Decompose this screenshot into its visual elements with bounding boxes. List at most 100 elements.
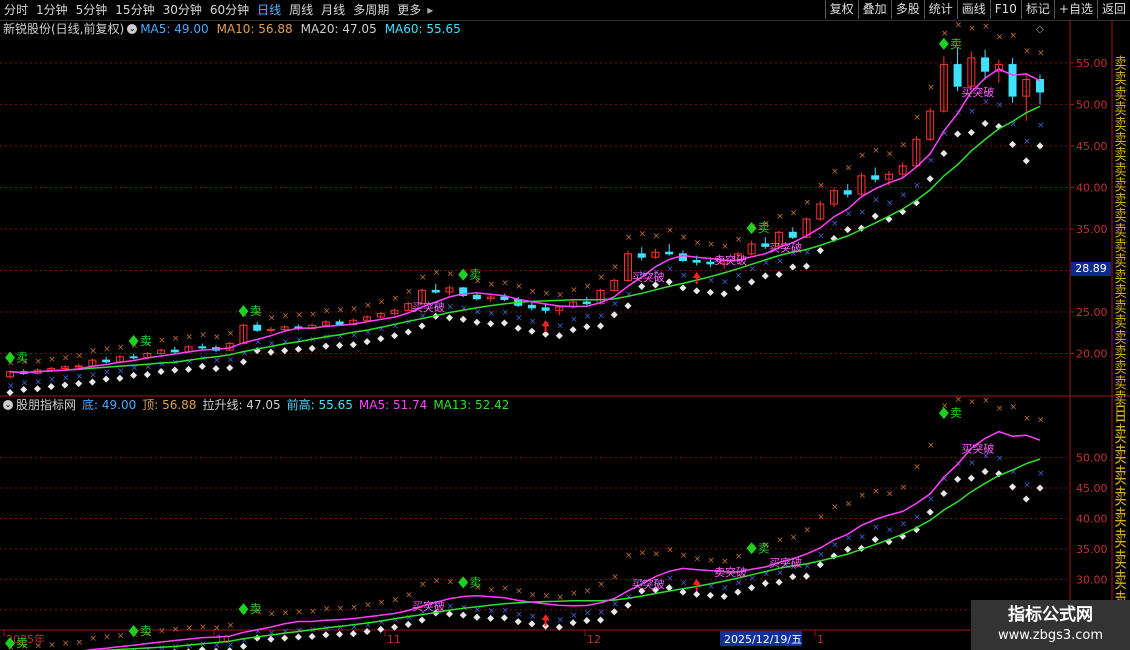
support-dot	[487, 320, 495, 328]
orange-x-marker: ×	[858, 151, 866, 161]
orange-x-marker: ×	[913, 463, 921, 473]
blue-x-marker: ×	[337, 623, 345, 633]
orange-x-marker: ×	[309, 310, 317, 320]
toolbar-button-7[interactable]: +自选	[1053, 0, 1097, 19]
blue-x-marker: ×	[501, 606, 509, 616]
breakout-label: 买突破	[769, 555, 802, 569]
tab-period-8[interactable]: 月线	[317, 0, 349, 20]
candle-body	[170, 349, 179, 353]
blue-x-marker: ×	[1037, 469, 1045, 479]
candle-body	[253, 324, 262, 331]
blue-x-marker: ×	[968, 458, 976, 468]
orange-x-marker: ×	[817, 513, 825, 523]
orange-x-marker: ×	[639, 230, 647, 240]
blue-x-marker: ×	[488, 606, 496, 616]
tab-period-6[interactable]: 日线	[253, 0, 285, 20]
blue-x-marker: ×	[117, 366, 125, 376]
sell-label: 卖	[140, 334, 152, 348]
support-dot	[555, 332, 563, 340]
tab-period-1[interactable]: 1分钟	[32, 0, 72, 20]
orange-x-marker: ×	[680, 551, 688, 561]
orange-x-marker: ×	[996, 33, 1004, 43]
period-tabs: 分时 1分钟 5分钟 15分钟 30分钟 60分钟 日线 周线 月线 多周期 更多	[0, 0, 425, 20]
support-dot	[871, 535, 879, 544]
toolbar-button-6[interactable]: 标记	[1020, 0, 1054, 19]
blue-x-marker: ×	[378, 618, 386, 628]
sell-label: 卖	[758, 221, 770, 235]
support-dot	[926, 508, 934, 516]
orange-x-marker: ×	[199, 331, 207, 341]
toolbar-button-3[interactable]: 统计	[923, 0, 957, 19]
orange-x-marker: ×	[611, 573, 619, 583]
candle-body	[198, 346, 207, 349]
support-dot	[967, 474, 975, 482]
breakout-label: 买突破	[769, 240, 802, 254]
toolbar-button-1[interactable]: 叠加	[857, 0, 891, 19]
candle-body	[541, 307, 550, 311]
tab-period-2[interactable]: 5分钟	[72, 0, 112, 20]
blue-x-marker: ×	[392, 616, 400, 626]
orange-x-marker: ×	[1037, 48, 1045, 58]
x-tick-label: 11	[387, 633, 401, 646]
candle-body	[266, 328, 275, 331]
blue-x-marker: ×	[282, 337, 290, 347]
orange-x-marker: ×	[433, 268, 441, 278]
orange-x-marker: ×	[804, 198, 812, 208]
toolbar-button-4[interactable]: 画线	[956, 0, 990, 19]
support-dot	[1036, 142, 1044, 150]
tab-period-9[interactable]: 多周期	[349, 0, 393, 20]
candle-body	[706, 261, 715, 265]
orange-x-marker: ×	[295, 311, 303, 321]
indicator-tick-label: 50.00	[1076, 452, 1108, 465]
tab-period-10[interactable]: 更多	[393, 0, 425, 20]
candle-body	[527, 304, 536, 309]
blue-x-marker: ×	[831, 541, 839, 551]
blue-x-marker: ×	[584, 609, 592, 619]
y-tick-label: 45.00	[1076, 140, 1108, 153]
toolbar-button-2[interactable]: 多股	[890, 0, 924, 19]
tab-period-5[interactable]: 60分钟	[206, 0, 253, 20]
orange-x-marker: ×	[913, 113, 921, 123]
toolbar-button-5[interactable]: F10	[989, 0, 1021, 19]
orange-x-marker: ×	[446, 270, 454, 280]
orange-x-marker: ×	[117, 631, 125, 641]
tab-period-3[interactable]: 15分钟	[111, 0, 158, 20]
blue-x-marker: ×	[7, 381, 15, 391]
toolbar-button-0[interactable]: 复权	[824, 0, 858, 19]
orange-x-marker: ×	[186, 624, 194, 634]
blue-x-marker: ×	[927, 156, 935, 166]
orange-x-marker: ×	[268, 610, 276, 620]
orange-x-marker: ×	[378, 298, 386, 308]
blue-x-marker: ×	[900, 191, 908, 201]
price-tag: 28.89	[1071, 262, 1111, 276]
orange-x-marker: ×	[611, 263, 619, 273]
orange-x-marker: ×	[350, 603, 358, 613]
blue-x-marker: ×	[721, 277, 729, 287]
orange-x-marker: ×	[103, 633, 111, 643]
support-dot	[816, 561, 824, 569]
blue-x-marker: ×	[515, 610, 523, 620]
blue-x-marker: ×	[556, 322, 564, 332]
support-dot	[954, 130, 962, 138]
tab-period-4[interactable]: 30分钟	[159, 0, 206, 20]
toolbar-button-8[interactable]: 返回	[1096, 0, 1130, 19]
blue-x-marker: ×	[776, 568, 784, 578]
support-dot	[583, 323, 591, 331]
x-tick-label: 1	[817, 633, 824, 646]
more-arrow-icon[interactable]: ▸	[425, 3, 435, 17]
blue-x-marker: ×	[735, 271, 743, 281]
orange-x-marker: ×	[515, 587, 523, 597]
support-dot	[871, 212, 879, 220]
tab-period-0[interactable]: 分时	[0, 0, 32, 20]
kline-chart[interactable]: 55.00 50.00 45.00 40.00 35.00 30.00 25.00 20.00…	[0, 20, 1130, 650]
orange-x-marker: ×	[488, 585, 496, 595]
orange-x-marker: ×	[446, 578, 454, 588]
tab-period-7[interactable]: 周线	[285, 0, 317, 20]
candle-body	[871, 175, 880, 180]
orange-x-marker: ×	[1010, 31, 1018, 41]
blue-x-marker: ×	[405, 318, 413, 328]
orange-x-marker: ×	[295, 608, 303, 618]
orange-x-marker: ×	[48, 355, 56, 365]
support-dot	[665, 278, 673, 286]
blue-x-marker: ×	[213, 356, 221, 366]
